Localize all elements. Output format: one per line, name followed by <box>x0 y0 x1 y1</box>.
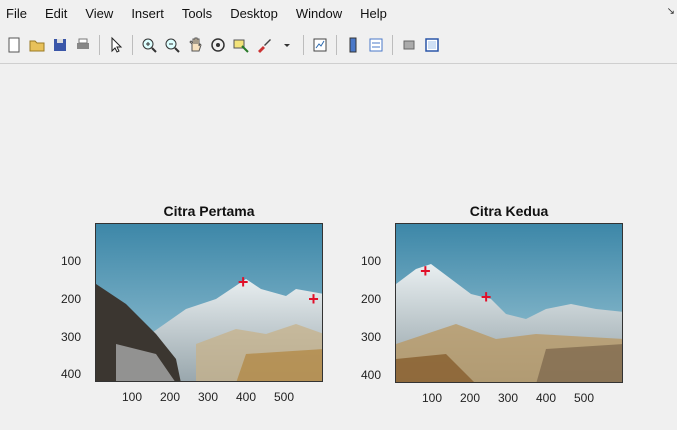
menu-file[interactable]: File <box>0 6 36 21</box>
colorbar-icon[interactable] <box>343 34 363 56</box>
y-tick-label: 100 <box>61 253 82 268</box>
feature-point-marker: + <box>420 260 431 281</box>
open-file-icon[interactable] <box>27 34 47 56</box>
x-tick-label: 400 <box>236 390 257 404</box>
toolbar-separator <box>336 35 337 55</box>
print-icon[interactable] <box>73 34 93 56</box>
y-tick-label: 300 <box>61 329 82 344</box>
feature-point-marker: + <box>308 288 319 309</box>
show-plot-tools-icon[interactable] <box>422 34 442 56</box>
axes-title: Citra Pertama <box>163 203 255 219</box>
y-tick-label: 400 <box>61 367 82 382</box>
menu-edit[interactable]: Edit <box>36 6 76 21</box>
figure-toolbar <box>0 27 677 64</box>
zoom-out-icon[interactable] <box>162 34 182 56</box>
menu-tools[interactable]: Tools <box>173 6 221 21</box>
legend-icon[interactable] <box>366 34 386 56</box>
hide-plot-tools-icon[interactable] <box>399 34 419 56</box>
toolbar-separator <box>99 35 100 55</box>
menu-window[interactable]: Window <box>287 6 351 21</box>
y-tick-label: 100 <box>361 254 382 269</box>
x-tick-label: 500 <box>574 391 595 405</box>
x-tick-label: 300 <box>498 391 519 405</box>
toolbar-separator <box>303 35 304 55</box>
rotate-3d-icon[interactable] <box>208 34 228 56</box>
menu-insert[interactable]: Insert <box>122 6 173 21</box>
zoom-in-icon[interactable] <box>139 34 159 56</box>
y-tick-label: 300 <box>361 330 382 345</box>
data-cursor-icon[interactable] <box>231 34 251 56</box>
x-tick-label: 400 <box>536 391 557 405</box>
menu-view[interactable]: View <box>76 6 122 21</box>
x-tick-label: 500 <box>274 390 295 404</box>
pointer-icon[interactable] <box>106 34 126 56</box>
feature-point-marker: + <box>237 271 249 292</box>
x-tick-label: 200 <box>160 390 181 404</box>
toolbar-separator <box>392 35 393 55</box>
image-citra-kedua[interactable] <box>395 223 623 383</box>
new-figure-icon[interactable] <box>4 34 24 56</box>
pan-icon[interactable] <box>185 34 205 56</box>
y-tick-label: 200 <box>61 291 82 306</box>
x-tick-label: 100 <box>422 391 443 405</box>
x-tick-label: 200 <box>460 391 481 405</box>
feature-point-marker: + <box>480 287 492 308</box>
mountain-photo-2 <box>396 224 622 382</box>
dropdown-icon[interactable] <box>277 34 297 56</box>
y-tick-label: 200 <box>361 292 382 307</box>
brush-icon[interactable] <box>254 34 274 56</box>
toolbar-separator <box>132 35 133 55</box>
x-tick-label: 300 <box>198 390 219 404</box>
axes-title: Citra Kedua <box>469 203 549 219</box>
undock-arrow-icon[interactable]: ↘ <box>667 6 675 17</box>
image-citra-pertama[interactable] <box>95 223 323 382</box>
y-tick-label: 400 <box>361 368 382 383</box>
menu-help[interactable]: Help <box>351 6 396 21</box>
menu-bar: File Edit View Insert Tools Desktop Window Help… <box>0 0 677 27</box>
save-icon[interactable] <box>50 34 70 56</box>
x-tick-label: 100 <box>122 390 143 404</box>
menu-desktop[interactable]: Desktop <box>221 6 287 21</box>
link-plot-icon[interactable] <box>310 34 330 56</box>
mountain-photo-1 <box>96 224 322 381</box>
